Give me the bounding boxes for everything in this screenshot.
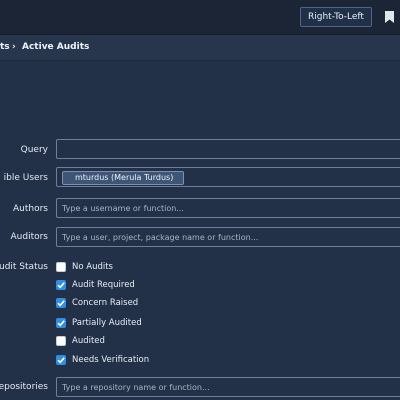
checkbox-label: Audited xyxy=(72,336,105,346)
auditors-input[interactable] xyxy=(57,228,400,246)
checkbox-label: Needs Verification xyxy=(72,355,150,365)
checkbox-label: Partially Audited xyxy=(72,318,142,328)
checkbox-label: Audit Required xyxy=(72,280,135,290)
breadcrumb-separator: › xyxy=(12,42,16,52)
checkbox-unchecked-icon[interactable] xyxy=(56,262,66,272)
checkbox-checked-icon[interactable] xyxy=(56,280,66,290)
breadcrumb: ts › Active Audits xyxy=(0,35,400,61)
checkbox-checked-icon[interactable] xyxy=(56,355,66,365)
checkbox-checked-icon[interactable] xyxy=(56,298,66,308)
checkbox-unchecked-icon[interactable] xyxy=(56,336,66,346)
visible-users-field[interactable]: mturdus (Merula Turdus) xyxy=(56,167,400,187)
auditors-label: Auditors xyxy=(10,232,49,242)
checkbox-checked-icon[interactable] xyxy=(56,318,66,328)
query-input[interactable] xyxy=(57,140,400,158)
breadcrumb-item-active-audits: Active Audits xyxy=(22,42,90,52)
repositories-field[interactable] xyxy=(56,377,400,397)
query-label: Query xyxy=(20,145,48,155)
authors-label: Authors xyxy=(13,204,48,214)
checkbox-label: Concern Raised xyxy=(72,298,139,308)
top-toolbar: Right-To-Left xyxy=(0,0,400,35)
checkbox-label: No Audits xyxy=(72,262,113,272)
query-field[interactable] xyxy=(56,139,400,159)
authors-input[interactable] xyxy=(57,199,400,217)
right-to-left-button[interactable]: Right-To-Left xyxy=(300,7,372,27)
breadcrumb-item-parent[interactable]: ts xyxy=(0,35,10,59)
audit-status-label: udit Status xyxy=(0,262,48,272)
bookmark-icon[interactable] xyxy=(385,11,394,23)
visible-users-label: ible Users xyxy=(3,173,48,183)
repositories-label: Repositories xyxy=(0,382,48,392)
user-chip[interactable]: mturdus (Merula Turdus) xyxy=(62,171,185,185)
auditors-field[interactable] xyxy=(56,227,400,247)
authors-field[interactable] xyxy=(56,198,400,218)
repositories-input[interactable] xyxy=(57,378,400,396)
